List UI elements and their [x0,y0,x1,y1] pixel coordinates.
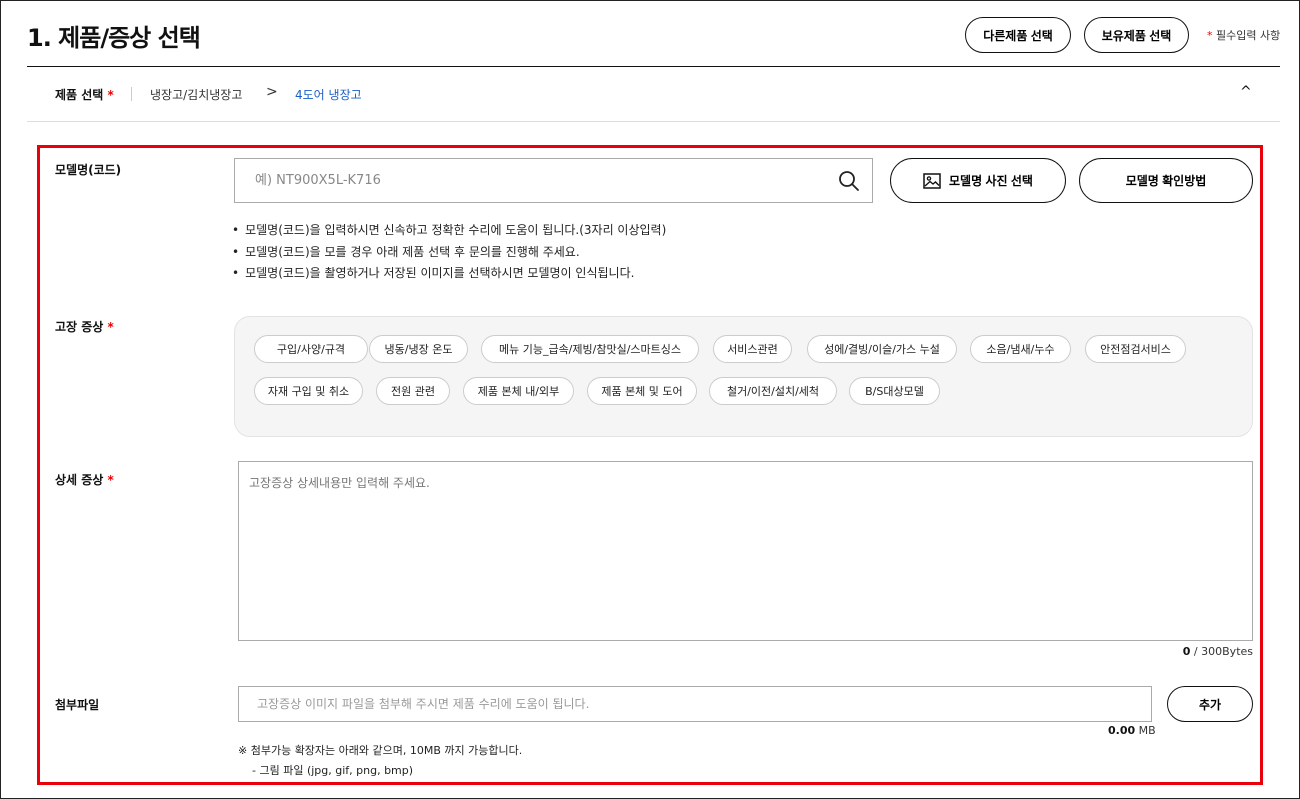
symptom-chip[interactable]: 전원 관련 [376,377,450,405]
add-file-button[interactable]: 추가 [1167,686,1253,722]
required-star: * [107,88,114,102]
symptom-chip[interactable]: 철거/이전/설치/세척 [709,377,837,405]
symptom-chip[interactable]: 자재 구입 및 취소 [254,377,363,405]
file-size-unit: MB [1135,724,1156,737]
detail-label: 상세 증상 * [55,471,114,488]
symptom-chip[interactable]: 소음/냄새/누수 [970,335,1071,363]
byte-count-limit: / 300Bytes [1190,645,1253,658]
attachment-label: 첨부파일 [55,698,100,712]
file-size-value: 0.00 [1108,724,1136,737]
attachment-input[interactable] [239,687,1151,721]
product-select-label-text: 제품 선택 [55,88,104,102]
detail-textarea[interactable] [239,462,1252,640]
model-notes: 모델명(코드)을 입력하시면 신속하고 정확한 수리에 도움이 됩니다.(3자리… [232,220,666,285]
attachment-field-box [238,686,1152,722]
required-star: * [107,320,114,334]
byte-counter: 0 / 300Bytes [1183,645,1253,658]
symptom-chip[interactable]: B/S대상모델 [849,377,940,405]
symptom-chip[interactable]: 서비스관련 [713,335,792,363]
model-search-box [234,158,873,203]
detail-textarea-box [238,461,1253,641]
model-photo-label: 모델명 사진 선택 [949,174,1033,188]
other-product-button[interactable]: 다른제품 선택 [965,17,1071,53]
symptom-chip[interactable]: 안전점검서비스 [1085,335,1186,363]
model-howto-button[interactable]: 모델명 확인방법 [1079,158,1253,203]
chevron-right-icon: > [266,84,278,100]
file-size-indicator: 0.00 MB [1108,724,1156,737]
symptom-chip[interactable]: 성에/결빙/이슬/가스 누설 [807,335,957,363]
required-star: * [1207,29,1213,42]
model-name-input[interactable] [235,159,872,202]
required-star: * [107,473,114,487]
breadcrumb-category[interactable]: 냉장고/김치냉장고 [150,86,242,103]
symptom-chip[interactable]: 구입/사양/규격 [254,335,368,363]
image-icon [923,172,941,189]
breadcrumb-divider [27,121,1280,122]
symptom-label: 고장 증상 * [55,318,114,335]
symptom-chip[interactable]: 제품 본체 내/외부 [463,377,574,405]
attachment-note: ※ 첨부가능 확장자는 아래와 같으며, 10MB 까지 가능합니다. [238,744,523,757]
symptom-label-text: 고장 증상 [55,320,104,334]
chevron-up-icon[interactable]: ^ [1240,84,1252,100]
required-note-text: 필수입력 사항 [1216,29,1281,42]
symptom-chip[interactable]: 제품 본체 및 도어 [587,377,697,405]
owned-product-button[interactable]: 보유제품 선택 [1084,17,1189,53]
model-photo-button[interactable]: 모델명 사진 선택 [890,158,1066,203]
required-note: * 필수입력 사항 [1207,27,1280,43]
header-divider [27,66,1280,67]
model-note: 모델명(코드)을 입력하시면 신속하고 정확한 수리에 도움이 됩니다.(3자리… [232,220,666,242]
model-note: 모델명(코드)을 촬영하거나 저장된 이미지를 선택하시면 모델명이 인식됩니다… [232,263,666,285]
page-title: 1. 제품/증상 선택 [27,24,201,52]
detail-label-text: 상세 증상 [55,473,104,487]
symptom-chip[interactable]: 냉동/냉장 온도 [369,335,468,363]
breadcrumb-current[interactable]: 4도어 냉장고 [295,86,362,103]
product-select-label: 제품 선택 * [55,86,114,103]
breadcrumb-separator [131,87,132,101]
model-note: 모델명(코드)을 모를 경우 아래 제품 선택 후 문의를 진행해 주세요. [232,242,666,264]
symptom-chip-panel: 구입/사양/규격 냉동/냉장 온도 메뉴 기능_급속/제빙/참맛실/스마트싱스 … [234,316,1253,437]
symptom-chip[interactable]: 메뉴 기능_급속/제빙/참맛실/스마트싱스 [481,335,699,363]
attachment-format-note: - 그림 파일 (jpg, gif, png, bmp) [252,764,414,777]
model-name-label: 모델명(코드) [55,163,122,177]
search-icon[interactable] [838,170,860,192]
